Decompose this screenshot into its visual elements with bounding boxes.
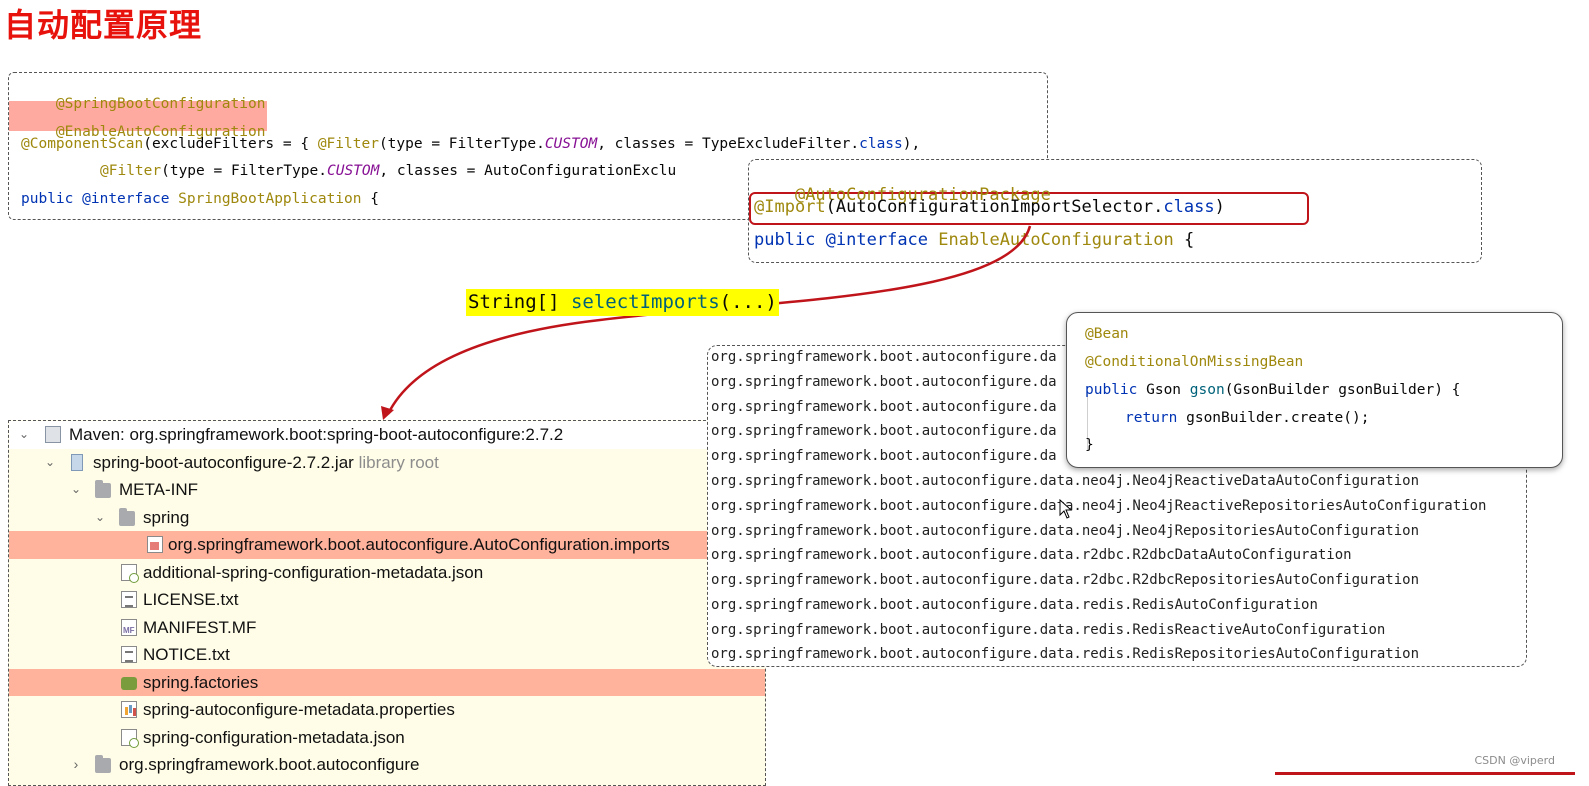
list-item: org.springframework.boot.autoconfigure.d…: [711, 423, 1057, 439]
jar-icon: [71, 453, 83, 471]
watermark: CSDN @viperd: [1474, 754, 1556, 767]
properties-file-icon: [121, 701, 137, 718]
code-line-4: return gsonBuilder.create();: [1125, 410, 1370, 426]
chevron-down-icon[interactable]: ⌄: [17, 421, 31, 449]
tree-item-meta-inf[interactable]: ⌄ META-INF: [9, 476, 765, 504]
chevron-right-icon[interactable]: ›: [69, 751, 83, 779]
select-imports-label: String[] selectImports(...): [466, 289, 779, 316]
list-item: org.springframework.boot.autoconfigure.d…: [711, 572, 1420, 588]
tree-item-notice[interactable]: NOTICE.txt: [9, 641, 765, 669]
tree-item-additional-metadata-json[interactable]: additional-spring-configuration-metadata…: [9, 559, 765, 587]
list-item: org.springframework.boot.autoconfigure.d…: [711, 349, 1057, 365]
code-line-5: }: [1085, 437, 1094, 453]
tree-item-spring-factories[interactable]: spring.factories: [9, 668, 765, 696]
json-file-icon: [121, 728, 139, 748]
tree-item-manifest[interactable]: MF MANIFEST.MF: [9, 614, 765, 642]
code-line-3: public @interface EnableAutoConfiguratio…: [754, 230, 1195, 250]
chevron-down-icon[interactable]: ⌄: [69, 476, 83, 504]
folder-icon: [119, 507, 135, 526]
list-item: org.springframework.boot.autoconfigure.d…: [711, 646, 1420, 662]
folder-icon: [95, 755, 111, 773]
code-line-3: @ComponentScan(excludeFilters = { @Filte…: [21, 136, 921, 152]
chevron-down-icon[interactable]: ⌄: [43, 449, 57, 477]
enable-auto-configuration-code-box: @AutoConfigurationPackage @Import(AutoCo…: [748, 159, 1482, 263]
code-line-4: @Filter(type = FilterType.CUSTOM, classe…: [100, 163, 677, 179]
text-file-icon: [121, 646, 137, 663]
tree-item-maven-library[interactable]: ⌄ Maven: org.springframework.boot:spring…: [9, 421, 765, 449]
code-line-5: public @interface SpringBootApplication …: [21, 191, 379, 207]
list-item: org.springframework.boot.autoconfigure.d…: [711, 597, 1318, 613]
chevron-down-icon[interactable]: ⌄: [93, 504, 107, 532]
import-annotation-line: @Import(AutoConfigurationImportSelector.…: [754, 197, 1225, 217]
tree-item-jar[interactable]: ⌄ spring-boot-autoconfigure-2.7.2.jar li…: [9, 449, 765, 477]
text-file-icon: [121, 591, 137, 608]
code-line-2: @ConditionalOnMissingBean: [1085, 354, 1304, 370]
code-line-1: @Bean: [1085, 326, 1129, 342]
json-file-icon: [121, 563, 139, 583]
manifest-file-icon: MF: [121, 618, 137, 636]
list-item: org.springframework.boot.autoconfigure.d…: [711, 523, 1420, 539]
list-item: org.springframework.boot.autoconfigure.d…: [711, 622, 1386, 638]
folder-icon: [95, 480, 111, 498]
list-item: org.springframework.boot.autoconfigure.d…: [711, 448, 1057, 464]
tree-item-spring-folder[interactable]: ⌄ spring: [9, 504, 765, 532]
list-item: org.springframework.boot.autoconfigure.d…: [711, 399, 1057, 415]
maven-library-icon: [45, 426, 61, 443]
list-item: org.springframework.boot.autoconfigure.d…: [711, 473, 1420, 489]
list-item: org.springframework.boot.autoconfigure.d…: [711, 547, 1352, 563]
imports-file-icon: [147, 536, 163, 553]
tree-item-license[interactable]: LICENSE.txt: [9, 586, 765, 614]
tree-item-autoconfigure-metadata-properties[interactable]: spring-autoconfigure-metadata.properties: [9, 696, 765, 724]
list-item: org.springframework.boot.autoconfigure.d…: [711, 498, 1487, 514]
list-item: org.springframework.boot.autoconfigure.d…: [711, 374, 1057, 390]
page-title: 自动配置原理: [4, 6, 203, 44]
project-tree: ⌄ Maven: org.springframework.boot:spring…: [8, 420, 766, 786]
mouse-cursor-icon: [1059, 499, 1073, 519]
tree-item-autoconfiguration-imports[interactable]: org.springframework.boot.autoconfigure.A…: [9, 531, 765, 559]
gson-bean-code-box: @Bean @ConditionalOnMissingBean public G…: [1066, 312, 1563, 468]
code-line-3: public Gson gson(GsonBuilder gsonBuilder…: [1085, 382, 1461, 398]
tree-item-configuration-metadata-json[interactable]: spring-configuration-metadata.json: [9, 724, 765, 752]
spring-factories-icon: [121, 676, 137, 690]
tree-item-autoconfigure-package[interactable]: › org.springframework.boot.autoconfigure: [9, 751, 765, 779]
decorative-bar: [1275, 772, 1575, 775]
